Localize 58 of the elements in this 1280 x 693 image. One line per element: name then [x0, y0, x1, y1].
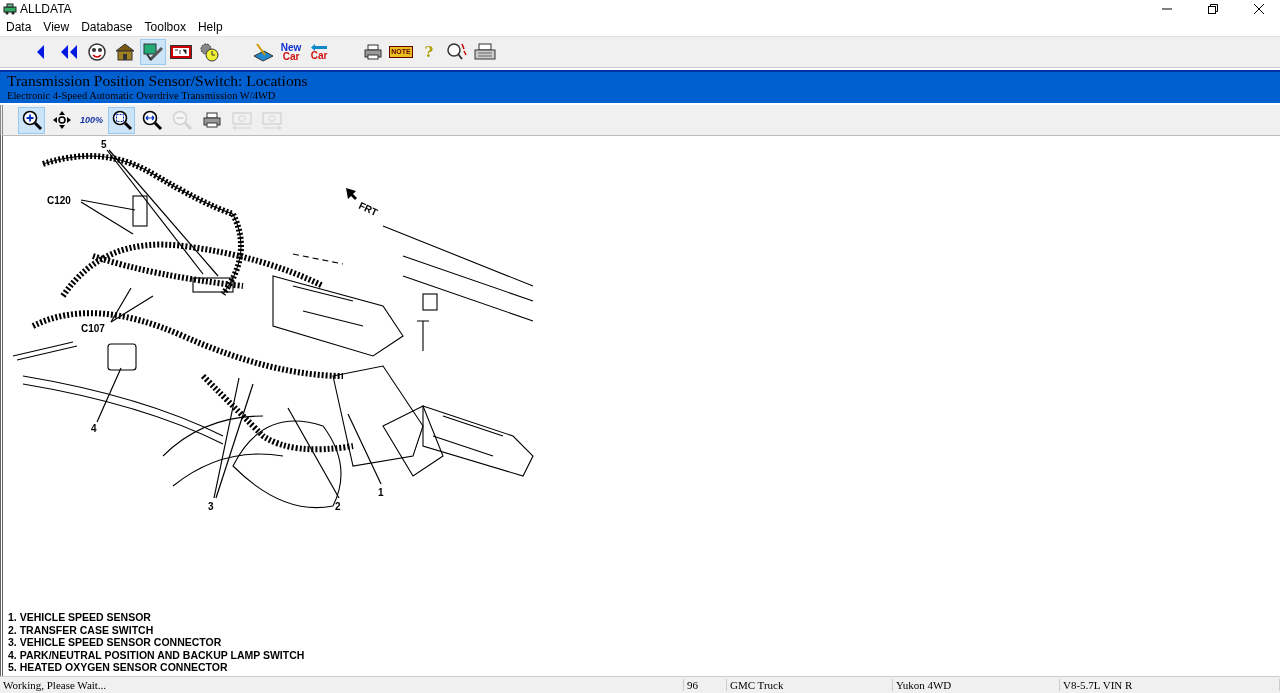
camera-arrow-icon: [230, 110, 253, 130]
fax-machine-icon: [474, 43, 496, 61]
house-icon: [115, 43, 135, 61]
leader-line: [96, 367, 122, 423]
zoom-toolbar-button[interactable]: [18, 106, 45, 134]
menu-item[interactable]: Toolbox: [144, 20, 186, 34]
window-title: ALLDATA: [20, 2, 72, 16]
actual-size-icon: 100%: [80, 115, 103, 125]
printer-icon: [202, 112, 221, 128]
menu-item[interactable]: Help: [197, 20, 223, 34]
callout-label: C120: [47, 195, 71, 206]
back-arrow-icon: [36, 44, 46, 60]
car-icon: [3, 3, 17, 15]
callout-label: 4: [91, 423, 97, 434]
leader-line: [347, 413, 382, 485]
status-field: 96: [684, 679, 727, 691]
pen-on-pad-icon: [252, 42, 274, 62]
menu-item[interactable]: Database: [81, 20, 133, 34]
gear-clock-icon: [199, 42, 219, 62]
double-back-arrow-icon: [60, 44, 78, 60]
legend-item: 5. HEATED OXYGEN SENSOR CONNECTOR: [8, 661, 229, 674]
legend-item: 3. VEHICLE SPEED SENSOR CONNECTOR: [8, 636, 223, 649]
close-icon[interactable]: [1254, 4, 1264, 14]
callout-label: FRT: [357, 199, 380, 219]
status-field: Working, Please Wait...: [0, 679, 684, 691]
zoom-toolbar-button[interactable]: 100%: [78, 106, 105, 134]
status-field: Yukon 4WD: [893, 679, 1060, 691]
front-arrow-icon: [346, 188, 357, 200]
callout-label: 2: [335, 501, 341, 512]
camera-arrow-icon: [260, 110, 283, 130]
zoom-toolbar-button[interactable]: [108, 106, 135, 134]
legend-item: 2. TRANSFER CASE SWITCH: [8, 623, 155, 637]
zoom-in-icon: [20, 109, 43, 131]
scan-tool-icon: [142, 42, 164, 62]
help-icon: ?: [424, 43, 434, 61]
menu-item[interactable]: View: [43, 20, 70, 34]
move-arrows-icon: [51, 110, 72, 130]
callout-label: 1: [378, 487, 384, 498]
toolbar-button[interactable]: [140, 39, 166, 65]
status-field: GMC Truck: [727, 679, 893, 691]
magnifier-icon: [110, 109, 133, 131]
status-field: V8-5.7L VIN R: [1060, 679, 1280, 691]
legend-item: 4. PARK/NEUTRAL POSITION AND BACKUP LAMP SWITCH: [8, 648, 306, 662]
printer-icon: [364, 44, 382, 60]
cartoon-face-icon: [87, 42, 107, 62]
zoom-out-icon: [170, 109, 193, 131]
toolbar-button[interactable]: Car: [306, 39, 332, 65]
digital-counter-icon: [170, 45, 192, 59]
topic-subtitle: Electronic 4-Speed Automatic Overdrive Transmission W/4WD: [7, 89, 277, 102]
topic-title: Transmission Position Sensor/Switch: Locations: [7, 72, 309, 89]
menu-item[interactable]: Data: [6, 20, 32, 34]
restore-icon[interactable]: [1208, 4, 1218, 14]
callout-label: 3: [208, 501, 214, 512]
legend-item: 1. VEHICLE SPEED SENSOR: [8, 611, 152, 624]
callout-label: C107: [81, 323, 105, 334]
search-icon: [446, 42, 468, 62]
magnifier-icon: [140, 109, 163, 131]
callout-label: 5: [101, 139, 107, 150]
